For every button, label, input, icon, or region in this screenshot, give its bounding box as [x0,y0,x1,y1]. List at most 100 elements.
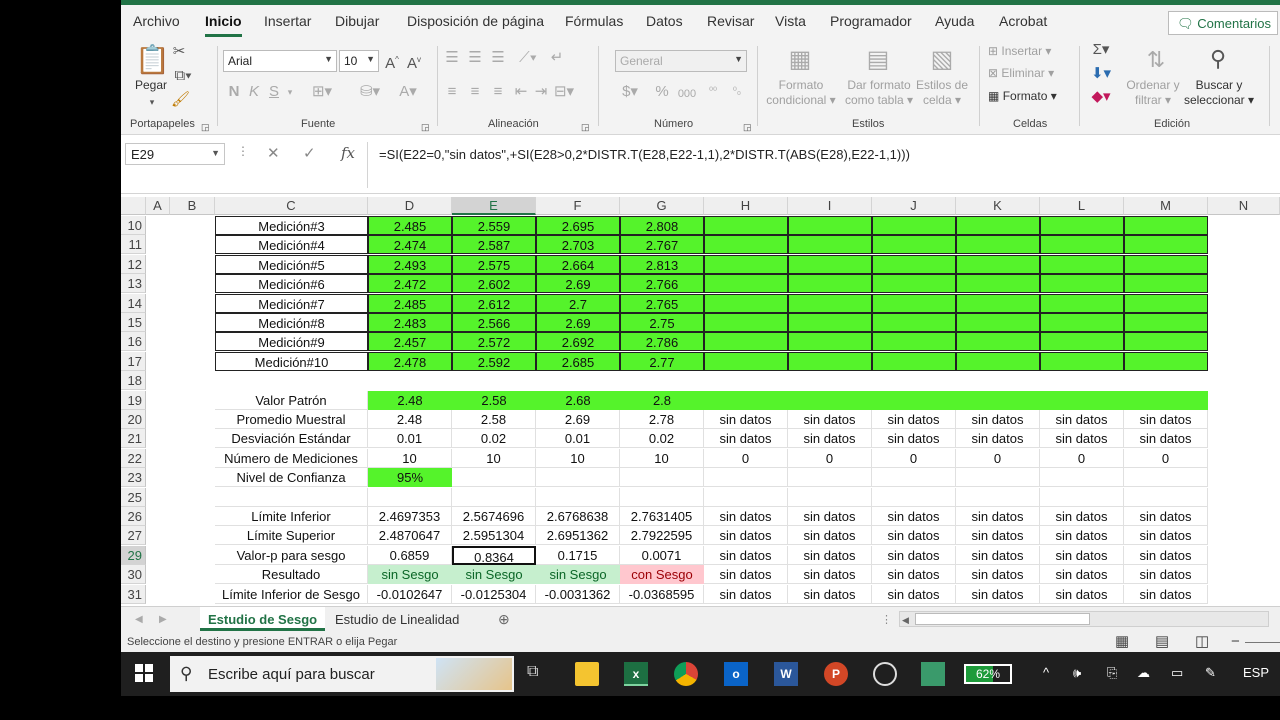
summary-cell[interactable]: 2.78 [620,410,704,429]
measurement-cell[interactable] [788,313,872,332]
summary-cell[interactable]: 10 [452,449,536,468]
battery-indicator[interactable]: 62% [964,664,1012,684]
summary-cell[interactable]: 2.48 [368,410,452,429]
row-header[interactable]: 15 [121,313,146,332]
fill-icon[interactable]: ⬇▾ [1089,66,1113,82]
summary-cell[interactable]: sin datos [704,526,788,545]
summary-label[interactable]: Resultado [215,565,368,584]
align-right-icon[interactable]: ≡ [490,84,506,100]
paste-icon[interactable]: 📋 [135,44,170,76]
insert-function-icon[interactable]: fx [341,144,355,162]
measurement-cell[interactable] [788,294,872,313]
summary-cell[interactable] [704,488,788,507]
measurement-label[interactable]: Medición#4 [215,235,368,254]
summary-cell[interactable] [704,391,788,410]
summary-cell[interactable]: -0.0368595 [620,585,704,604]
summary-cell[interactable] [368,488,452,507]
orientation-icon[interactable]: ⟋▾ [515,50,541,66]
measurement-cell[interactable]: 2.478 [368,352,452,371]
summary-cell[interactable]: 0.01 [536,429,620,448]
row-header[interactable]: 14 [121,294,146,313]
measurement-cell[interactable]: 2.566 [452,313,536,332]
measurement-cell[interactable] [1040,313,1124,332]
measurement-label[interactable]: Medición#10 [215,352,368,371]
measurement-cell[interactable]: 2.7 [536,294,620,313]
summary-cell[interactable] [788,468,872,487]
summary-cell[interactable]: 2.8 [620,391,704,410]
summary-cell[interactable]: 95% [368,468,452,487]
row-header[interactable]: 23 [121,468,146,487]
summary-cell[interactable]: 2.7631405 [620,507,704,526]
font-color-icon[interactable]: A▾ [393,84,423,100]
summary-cell[interactable]: sin Sesgo [368,565,452,584]
excel-app-icon[interactable]: x [624,662,648,686]
summary-cell[interactable]: 2.48 [368,391,452,410]
measurement-cell[interactable] [1124,313,1208,332]
tab-programador[interactable]: Programador [830,13,912,29]
summary-cell[interactable]: sin datos [1040,507,1124,526]
measurement-cell[interactable] [1040,352,1124,371]
row-header[interactable]: 18 [121,371,146,390]
next-sheet-icon[interactable]: ▶ [159,612,167,628]
measurement-cell[interactable] [704,352,788,371]
row-header[interactable]: 27 [121,526,146,545]
summary-cell[interactable] [1040,391,1124,410]
column-header-i[interactable]: I [788,197,872,215]
summary-cell[interactable]: sin datos [704,507,788,526]
tab-revisar[interactable]: Revisar [707,13,754,29]
power-icon[interactable]: ▭ [1171,665,1183,681]
prev-sheet-icon[interactable]: ◀ [135,612,143,628]
column-header-g[interactable]: G [620,197,704,215]
measurement-cell[interactable] [788,352,872,371]
measurement-cell[interactable] [1124,352,1208,371]
summary-cell[interactable]: sin datos [956,429,1040,448]
dialog-launcher-icon[interactable]: ◲ [201,119,210,135]
formula-input[interactable]: =SI(E22=0,"sin datos",+SI(E28>0,2*DISTR.… [379,147,910,162]
measurement-label[interactable]: Medición#7 [215,294,368,313]
summary-cell[interactable] [1124,468,1208,487]
measurement-cell[interactable]: 2.575 [452,255,536,274]
measurement-cell[interactable]: 2.767 [620,235,704,254]
measurement-cell[interactable] [956,294,1040,313]
summary-cell[interactable]: 2.7922595 [620,526,704,545]
measurement-cell[interactable] [872,255,956,274]
summary-cell[interactable] [1124,391,1208,410]
tab-ayuda[interactable]: Ayuda [935,13,974,29]
summary-cell[interactable]: sin datos [704,565,788,584]
measurement-cell[interactable]: 2.612 [452,294,536,313]
measurement-cell[interactable] [704,235,788,254]
row-header[interactable]: 29 [121,546,146,565]
summary-cell[interactable]: 0 [872,449,956,468]
summary-cell[interactable]: sin datos [956,526,1040,545]
summary-cell[interactable]: sin datos [1124,429,1208,448]
summary-cell[interactable]: sin datos [1040,410,1124,429]
format-table-icon[interactable]: ▤ [863,46,893,74]
measurement-cell[interactable]: 2.485 [368,294,452,313]
measurement-label[interactable]: Medición#9 [215,332,368,351]
summary-cell[interactable]: sin datos [1040,585,1124,604]
measurement-cell[interactable]: 2.77 [620,352,704,371]
measurement-cell[interactable]: 2.685 [536,352,620,371]
summary-cell[interactable]: 2.6768638 [536,507,620,526]
row-header[interactable]: 21 [121,429,146,448]
enter-icon[interactable]: ✓ [303,144,316,162]
summary-cell[interactable]: sin datos [704,429,788,448]
cell-styles-icon[interactable]: ▧ [927,46,957,74]
summary-cell[interactable] [872,468,956,487]
column-header-m[interactable]: M [1124,197,1208,215]
percent-icon[interactable]: % [653,84,671,100]
measurement-cell[interactable] [788,235,872,254]
windows-start-icon[interactable] [135,664,153,682]
outlook-icon[interactable]: o [724,662,748,686]
summary-cell[interactable] [956,391,1040,410]
format-painter-icon[interactable]: 🖌 [171,92,190,108]
column-header-b[interactable]: B [170,197,215,215]
measurement-cell[interactable] [956,352,1040,371]
measurement-cell[interactable]: 2.69 [536,313,620,332]
measurement-cell[interactable] [704,274,788,293]
summary-cell[interactable] [1124,488,1208,507]
chevron-down-icon[interactable]: ▾ [285,84,295,100]
number-format-select[interactable]: General ▼ [615,50,747,72]
summary-cell[interactable]: -0.0031362 [536,585,620,604]
summary-cell[interactable] [956,488,1040,507]
